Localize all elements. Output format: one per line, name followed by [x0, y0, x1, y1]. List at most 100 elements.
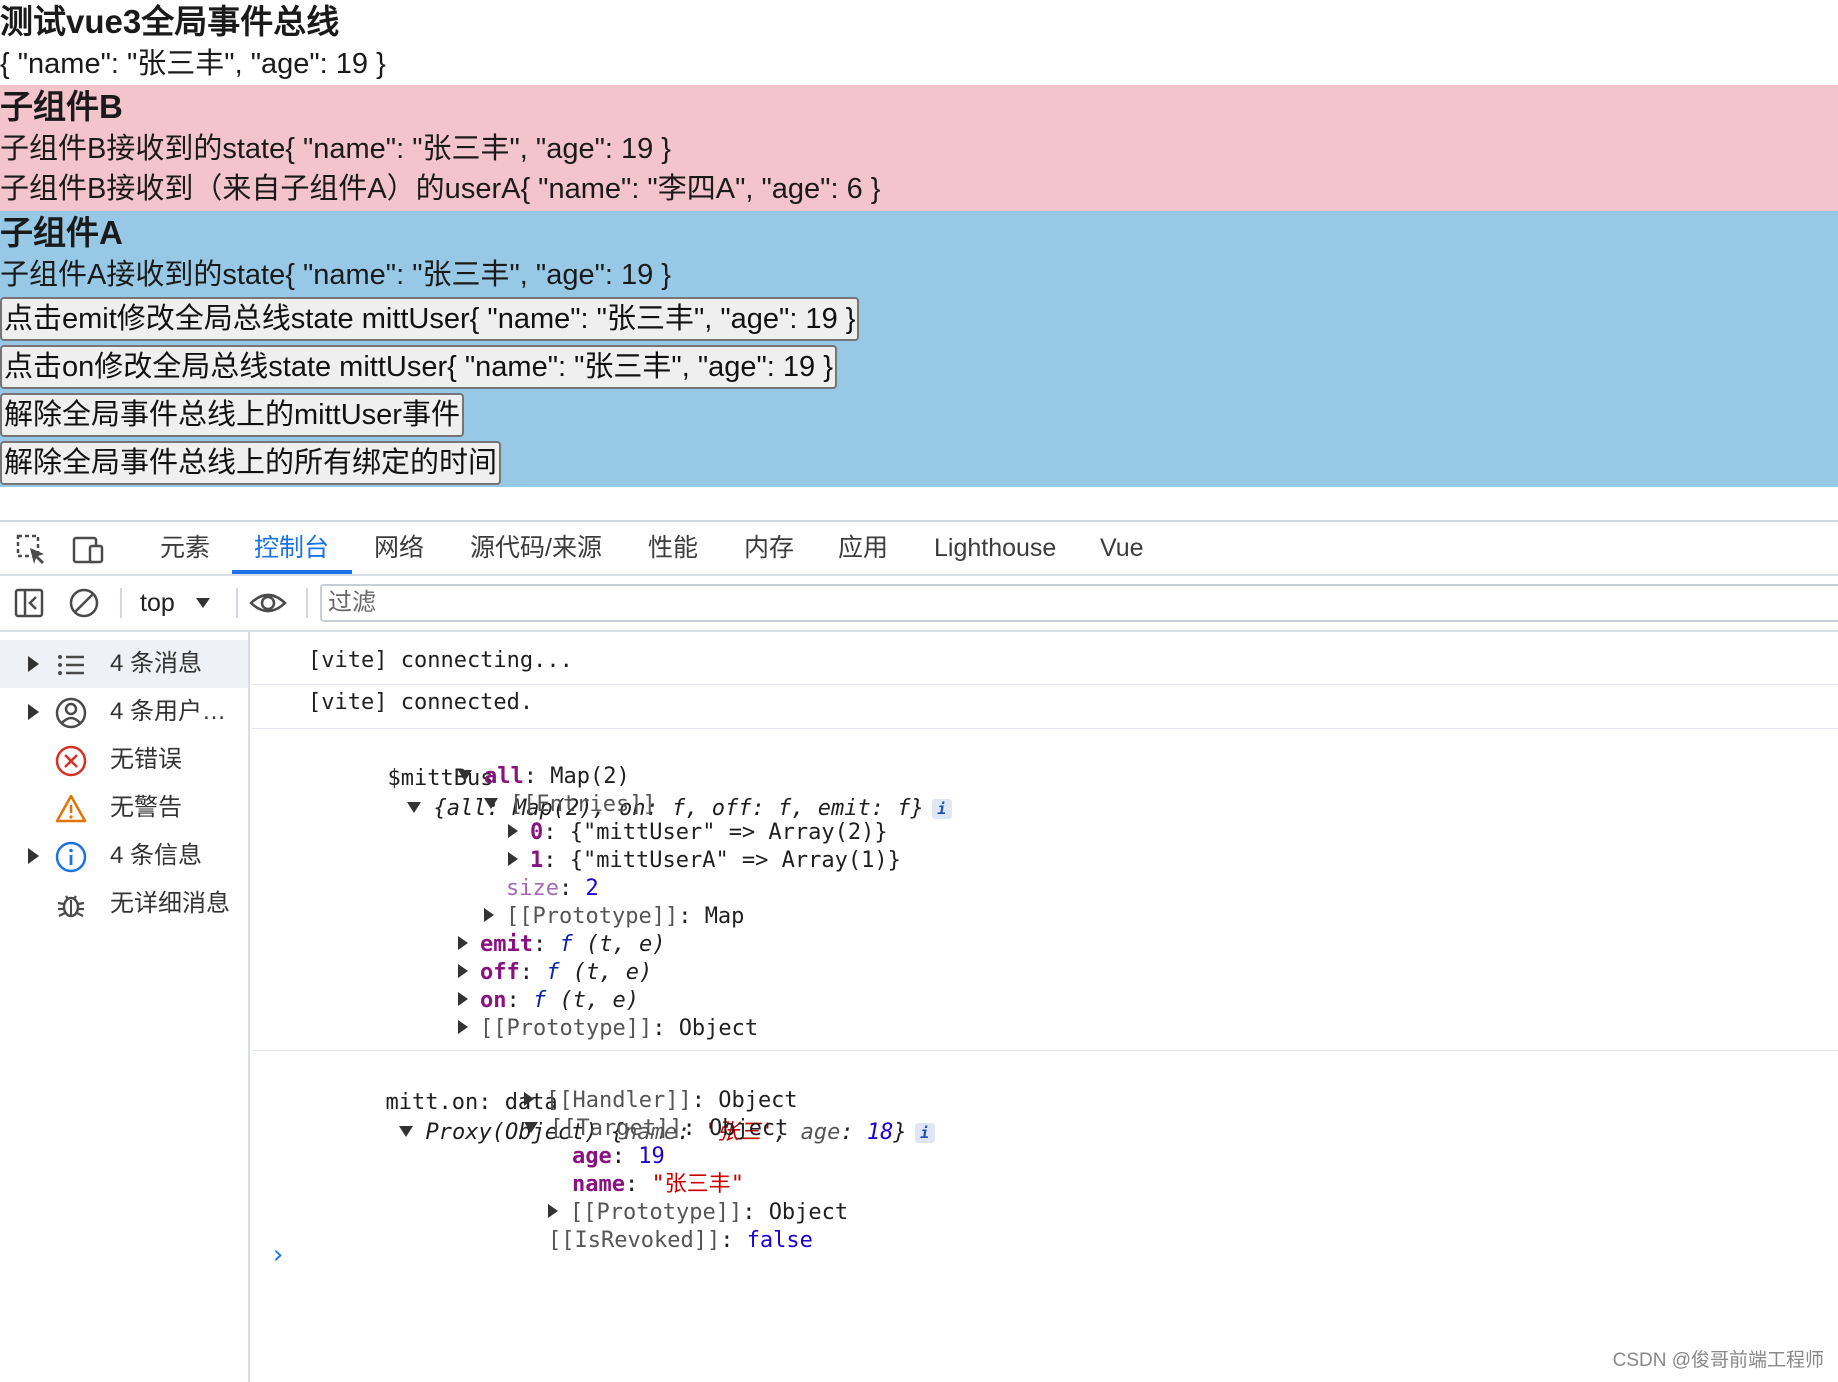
function-marker: f [546, 960, 560, 985]
sidebar-item-info[interactable]: 4 条信息 [0, 832, 248, 880]
sidebar-item-label: 无警告 [110, 794, 182, 821]
prop-key: [[Prototype]] [570, 1200, 743, 1225]
tree-row-on[interactable]: on: f (t, e) [458, 986, 639, 1016]
sidebar-item-warnings[interactable]: 无警告 [0, 784, 248, 832]
expand-arrow-icon[interactable] [458, 992, 468, 1006]
sidebar-item-errors[interactable]: 无错误 [0, 736, 248, 784]
prop-key: 0 [530, 820, 544, 845]
error-icon [54, 744, 88, 778]
devtools-panel: 元素 控制台 网络 源代码/来源 性能 内存 应用 Lighthouse Vue… [0, 520, 1838, 1382]
expand-arrow-icon[interactable] [524, 1122, 538, 1133]
tab-vue[interactable]: Vue [1100, 522, 1144, 574]
tab-elements[interactable]: 元素 [160, 522, 210, 574]
prop-value: false [746, 1228, 813, 1253]
tab-network[interactable]: 网络 [374, 522, 424, 574]
global-state-text: { "name": "张三丰", "age": 19 } [0, 48, 386, 80]
sidebar-item-user-messages[interactable]: 4 条用户… [0, 688, 248, 736]
toolbar-separator [120, 588, 122, 618]
sidebar-item-messages[interactable]: 4 条消息 [0, 640, 248, 688]
clear-all-events-button[interactable]: 解除全局事件总线上的所有绑定的时间 [0, 441, 502, 485]
page-title: 测试vue3全局事件总线 [0, 3, 340, 40]
tab-memory[interactable]: 内存 [744, 522, 794, 574]
tree-row-entries[interactable]: [[Entries]] [484, 790, 656, 820]
off-mittuser-button[interactable]: 解除全局事件总线上的mittUser事件 [0, 393, 464, 437]
component-a-state-text: 子组件A接收到的state{ "name": "张三丰", "age": 19 … [0, 259, 671, 291]
component-b-usera-text: 子组件B接收到（来自子组件A）的userA{ "name": "李四A", "a… [0, 173, 881, 205]
prop-key: name [572, 1172, 625, 1197]
prop-value: "张三丰" [651, 1172, 744, 1197]
tree-row-entry-0[interactable]: 0: {"mittUser" => Array(2)} [508, 818, 888, 848]
tree-row-target-prototype[interactable]: [[Prototype]]: Object [548, 1198, 848, 1228]
clear-console-icon[interactable] [66, 585, 102, 621]
expand-arrow-icon[interactable] [484, 908, 494, 922]
tab-performance[interactable]: 性能 [648, 522, 698, 574]
tab-application[interactable]: 应用 [838, 522, 888, 574]
prop-key: on [480, 988, 507, 1013]
on-update-button[interactable]: 点击on修改全局总线state mittUser{ "name": "张三丰",… [0, 345, 837, 389]
tree-row-target[interactable]: [[Target]]: Object [524, 1114, 788, 1144]
prop-key: [[Handler]] [546, 1088, 692, 1113]
expand-arrow-icon[interactable] [458, 936, 468, 950]
function-marker: f [559, 932, 573, 957]
sidebar-item-label: 4 条用户… [110, 698, 227, 725]
info-badge-icon[interactable]: i [931, 799, 952, 819]
tree-row-object-prototype[interactable]: [[Prototype]]: Object [458, 1014, 758, 1044]
sidebar-toggle-icon[interactable] [12, 585, 48, 621]
expand-arrow-icon[interactable] [399, 1126, 414, 1137]
prop-value: 2 [585, 876, 599, 901]
tab-console[interactable]: 控制台 [254, 522, 329, 574]
function-args: (t, e) [585, 932, 666, 957]
expand-arrow-icon[interactable] [524, 1092, 534, 1106]
expand-arrow-icon[interactable] [458, 964, 468, 978]
child-component-b-panel: 子组件B 子组件B接收到的state{ "name": "张三丰", "age"… [0, 85, 1838, 211]
expand-arrow-icon[interactable] [508, 824, 518, 838]
expand-arrow-icon[interactable] [548, 1204, 558, 1218]
devtools-tab-bar: 元素 控制台 网络 源代码/来源 性能 内存 应用 Lighthouse Vue [0, 522, 1838, 576]
emit-update-button[interactable]: 点击emit修改全局总线state mittUser{ "name": "张三丰… [0, 297, 860, 341]
tree-row-target-age: age: 19 [572, 1144, 665, 1169]
eye-icon[interactable] [248, 585, 288, 621]
expand-arrow-icon[interactable] [508, 852, 518, 866]
expand-arrow-icon[interactable] [458, 770, 472, 781]
tab-lighthouse[interactable]: Lighthouse [934, 522, 1056, 574]
prop-value: {"mittUserA" => Array(1)} [569, 848, 901, 873]
prop-key: [[Entries]] [510, 792, 656, 817]
prop-value: Map(2) [550, 764, 630, 789]
tree-row-handler[interactable]: [[Handler]]: Object [524, 1086, 798, 1116]
inspect-element-icon[interactable] [14, 532, 50, 568]
chevron-down-icon[interactable] [196, 598, 210, 608]
prop-value: {"mittUser" => Array(2)} [569, 820, 888, 845]
preview-value: 18 [866, 1120, 894, 1145]
tree-row-off[interactable]: off: f (t, e) [458, 958, 652, 988]
expand-arrow-icon[interactable] [28, 848, 39, 864]
device-toolbar-icon[interactable] [70, 532, 106, 568]
tree-row-all[interactable]: all: Map(2) [458, 762, 630, 792]
active-tab-indicator [232, 570, 352, 574]
prop-value: Object [708, 1116, 789, 1141]
prop-key: [[Prototype]] [480, 1016, 653, 1041]
prop-key: 1 [530, 848, 544, 873]
console-separator [252, 1050, 1838, 1051]
tree-row-map-prototype[interactable]: [[Prototype]]: Map [484, 902, 744, 932]
component-a-title: 子组件A [0, 214, 123, 251]
console-separator [252, 684, 1838, 685]
tree-row-entry-1[interactable]: 1: {"mittUserA" => Array(1)} [508, 846, 901, 876]
context-selector[interactable]: top [140, 576, 175, 630]
expand-arrow-icon[interactable] [28, 656, 39, 672]
tree-row-emit[interactable]: emit: f (t, e) [458, 930, 665, 960]
expand-arrow-icon[interactable] [407, 802, 422, 813]
component-b-title: 子组件B [0, 88, 123, 125]
expand-arrow-icon[interactable] [28, 704, 39, 720]
prop-key: [[IsRevoked]] [548, 1228, 721, 1253]
info-badge-icon[interactable]: i [914, 1123, 935, 1143]
toolbar-separator [306, 588, 308, 618]
prop-key: emit [480, 932, 533, 957]
tab-sources[interactable]: 源代码/来源 [470, 522, 602, 574]
console-message: [vite] connected. [308, 690, 534, 715]
filter-input[interactable] [320, 584, 1838, 622]
expand-arrow-icon[interactable] [484, 798, 498, 809]
expand-arrow-icon[interactable] [458, 1020, 468, 1034]
console-prompt-chevron-icon[interactable]: › [270, 1240, 286, 1270]
preview-key: all [446, 796, 487, 821]
sidebar-item-verbose[interactable]: 无详细消息 [0, 880, 248, 928]
